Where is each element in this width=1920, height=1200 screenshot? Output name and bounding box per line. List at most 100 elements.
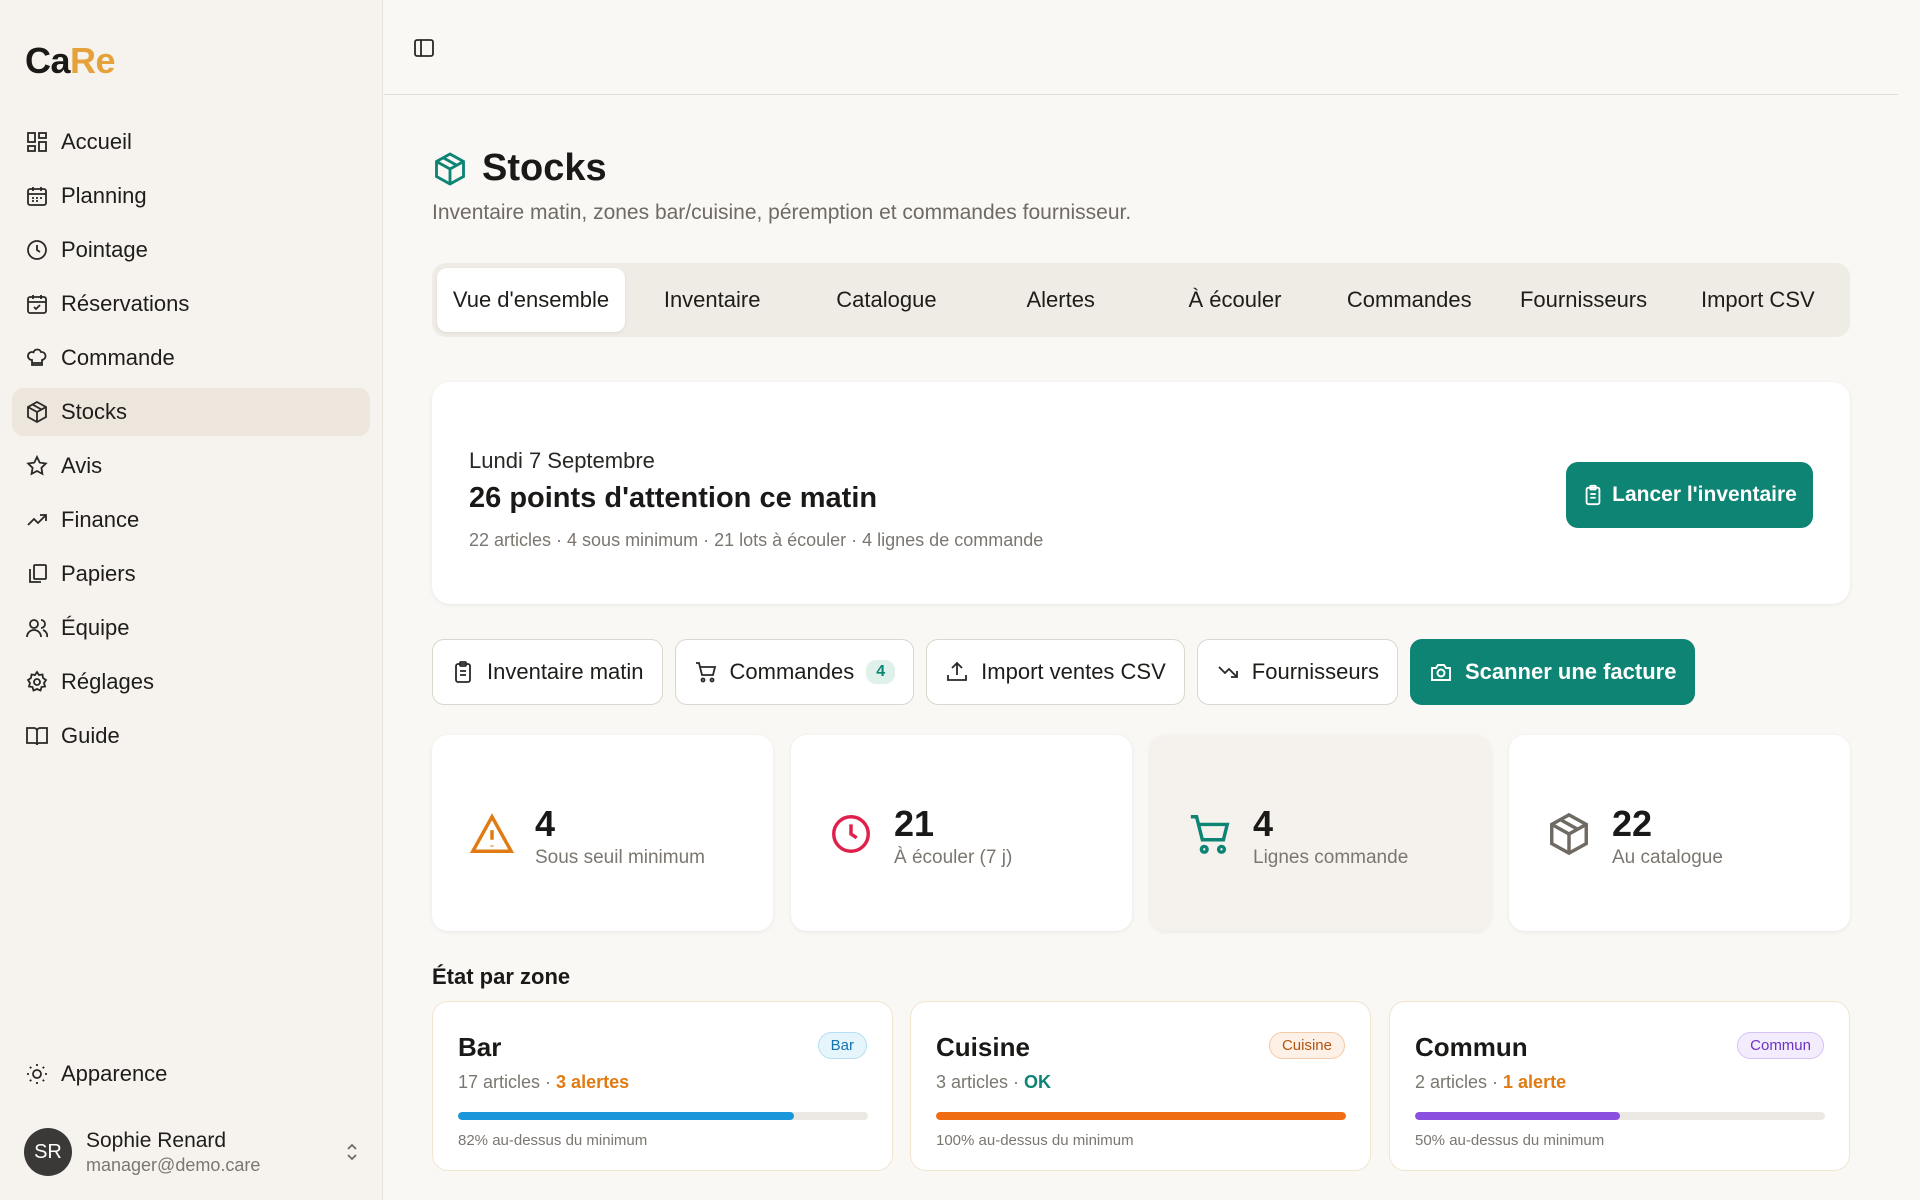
suppliers-button[interactable]: Fournisseurs [1196,639,1398,705]
import-sales-button[interactable]: Import ventes CSV [926,639,1185,705]
sidebar-item-label: Équipe [61,615,130,640]
sidebar-item-label: Planning [61,183,147,208]
zone-card-commun[interactable]: Commun Commun 2 articles · 1 alerte 50% … [1389,1001,1850,1171]
user-info: Sophie Renard manager@demo.care [86,1129,260,1176]
zone-progress-fill [936,1112,1346,1120]
zone-status: OK [1024,1072,1052,1092]
tab-a-ecouler[interactable]: À écouler [1148,268,1322,332]
zone-meta: 2 articles · 1 alerte [1415,1072,1566,1093]
stat-label: Lignes commande [1253,847,1409,868]
tab-alertes[interactable]: Alertes [974,268,1148,332]
stat-label: À écouler (7 j) [894,847,1013,868]
morning-inventory-button[interactable]: Inventaire matin [432,639,663,705]
stat-value: 21 [894,803,935,844]
stat-card-below-min[interactable]: 4 Sous seuil minimum [432,735,773,931]
start-inventory-button[interactable]: Lancer l'inventaire [1566,462,1813,528]
summary-title: 26 points d'attention ce matin [469,482,878,514]
zone-meta: 3 articles · OK [936,1072,1051,1093]
book-icon [26,727,48,746]
camera-icon [1431,664,1451,681]
morning-inventory-label: Inventaire matin [487,659,644,684]
zone-footer: 82% au-dessus du minimum [458,1132,648,1149]
zone-name: Bar [458,1032,502,1062]
team-icon [26,619,49,638]
orders-count-badge: 4 [866,660,896,684]
sidebar-item-avis[interactable]: Avis [12,442,370,490]
zones-row: Bar Bar 17 articles · 3 alertes 82% au-d… [432,1001,1850,1171]
sidebar-item-label: Commande [61,345,175,370]
sidebar-item-label: Réglages [61,669,154,694]
stat-value: 22 [1612,803,1653,844]
quick-actions: Inventaire matin Commandes 4 Import vent… [432,639,1707,705]
sidebar-item-label: Avis [61,453,103,478]
tab-commandes[interactable]: Commandes [1322,268,1496,332]
calendar-icon [27,187,47,206]
sidebar-item-reservations[interactable]: Réservations [12,280,370,328]
sidebar-item-finance[interactable]: Finance [12,496,370,544]
orders-button[interactable]: Commandes 4 [674,639,915,705]
zone-badge: Bar [817,1032,867,1059]
import-sales-label: Import ventes CSV [981,659,1166,684]
zone-progress-bar [458,1112,868,1120]
tab-import-csv[interactable]: Import CSV [1671,268,1845,332]
stat-card-to-sell[interactable]: 21 À écouler (7 j) [791,735,1132,931]
chevron-up-down-icon [347,1143,357,1161]
sidebar-item-papiers[interactable]: Papiers [12,550,370,598]
sidebar-item-label: Guide [61,723,120,748]
chef-hat-icon [27,348,47,366]
zone-badge: Commun [1737,1032,1824,1059]
zone-progress-fill [1415,1112,1620,1120]
appearance-button[interactable]: Apparence [12,1050,370,1098]
tab-bar: Vue d'ensemble Inventaire Catalogue Aler… [432,263,1850,337]
sidebar-item-equipe[interactable]: Équipe [12,604,370,652]
zone-meta-separator: · [1008,1072,1025,1092]
summary-details: 22 articles · 4 sous minimum · 21 lots à… [469,530,1044,550]
sidebar-item-label: Accueil [61,129,132,154]
stat-label: Sous seuil minimum [535,847,705,868]
package-icon [27,400,47,424]
app-logo[interactable]: CaRe [25,40,116,82]
stat-value: 4 [1253,803,1274,844]
tab-fournisseurs[interactable]: Fournisseurs [1496,268,1670,332]
sidebar-item-guide[interactable]: Guide [12,712,370,760]
stats-row: 4 Sous seuil minimum 21 À écouler (7 j) … [432,735,1850,931]
page-subtitle: Inventaire matin, zones bar/cuisine, pér… [432,201,1132,224]
sidebar-item-planning[interactable]: Planning [12,172,370,220]
sidebar-toggle-icon[interactable] [412,36,436,60]
sidebar-item-pointage[interactable]: Pointage [12,226,370,274]
sidebar-item-reglages[interactable]: Réglages [12,658,370,706]
clock-icon [27,240,47,260]
user-menu[interactable]: SR Sophie Renard manager@demo.care [24,1128,364,1176]
zone-status: 3 alertes [556,1072,630,1092]
suppliers-label: Fournisseurs [1251,659,1379,684]
cart-icon [1190,815,1230,854]
sidebar-item-accueil[interactable]: Accueil [12,118,370,166]
avatar: SR [24,1128,72,1176]
zone-name: Commun [1415,1032,1528,1062]
zone-progress-bar [1415,1112,1825,1120]
zone-article-count: 3 articles [936,1072,1009,1092]
zone-card-bar[interactable]: Bar Bar 17 articles · 3 alertes 82% au-d… [432,1001,893,1171]
sidebar-item-stocks[interactable]: Stocks [12,388,370,436]
sidebar-item-commande[interactable]: Commande [12,334,370,382]
sidebar-item-label: Réservations [61,291,190,316]
sidebar-item-label: Finance [61,507,140,532]
zone-status: 1 alerte [1503,1072,1567,1092]
zone-name: Cuisine [936,1032,1030,1062]
tab-inventaire[interactable]: Inventaire [625,268,799,332]
dashboard-icon [27,132,47,152]
package-icon [435,151,465,186]
stat-card-order-lines[interactable]: 4 Lignes commande [1150,735,1491,931]
documents-icon [29,564,47,583]
appearance-section: Apparence [12,1050,370,1104]
sidebar-item-label: Stocks [61,399,128,424]
tab-catalogue[interactable]: Catalogue [799,268,973,332]
calendar-check-icon [27,295,47,314]
page-header: Stocks [432,147,607,190]
zone-card-cuisine[interactable]: Cuisine Cuisine 3 articles · OK 100% au-… [910,1001,1371,1171]
star-icon [26,454,48,476]
tab-vue-ensemble[interactable]: Vue d'ensemble [437,268,625,332]
scan-invoice-button[interactable]: Scanner une facture [1409,639,1696,705]
zone-badge: Cuisine [1268,1032,1345,1059]
stat-card-catalogue[interactable]: 22 Au catalogue [1509,735,1850,931]
